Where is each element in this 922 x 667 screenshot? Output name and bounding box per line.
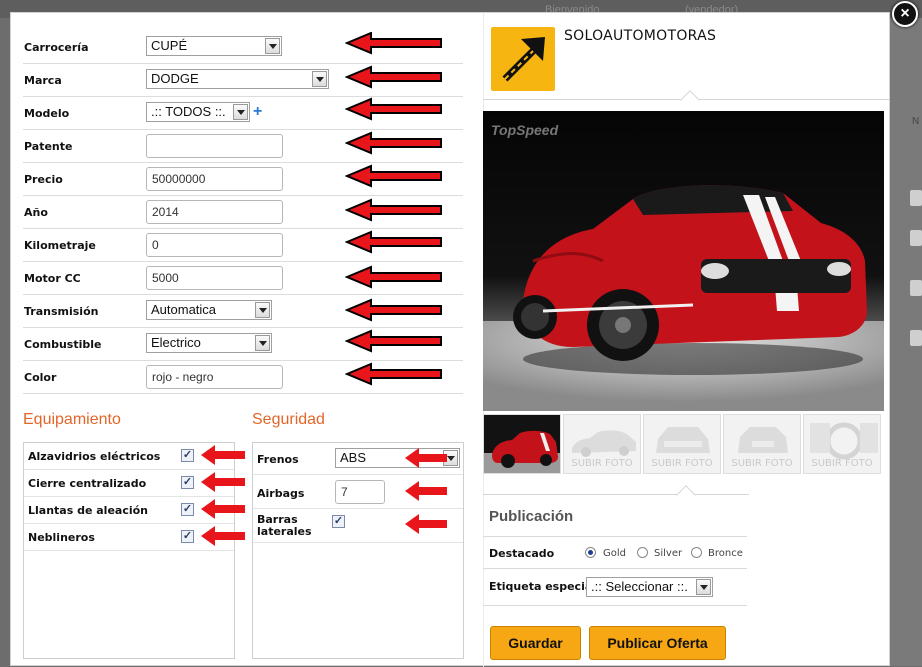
marca-label: Marca (24, 74, 62, 87)
color-input[interactable]: rojo - negro (146, 365, 283, 389)
upload-photo-label: SUBIR FOTO (811, 458, 873, 469)
transmision-label: Transmisión (24, 305, 99, 318)
patente-label: Patente (24, 140, 73, 153)
silver-label: Silver (654, 548, 683, 559)
barras-checkbox[interactable]: ✓ (332, 515, 345, 528)
car-image: TopSpeed (483, 111, 884, 411)
etiqueta-label: Etiqueta especial (489, 580, 597, 593)
patente-input[interactable] (146, 134, 283, 158)
motor-label: Motor CC (24, 272, 81, 285)
chevron-down-icon (312, 71, 327, 87)
upload-photo-label: SUBIR FOTO (571, 458, 633, 469)
combustible-select[interactable]: Electrico (146, 333, 272, 353)
precio-label: Precio (24, 173, 63, 186)
anio-input[interactable]: 2014 (146, 200, 283, 224)
main-car-photo[interactable]: TopSpeed (483, 111, 884, 411)
chevron-down-icon (696, 579, 711, 595)
upload-photo-label: SUBIR FOTO (731, 458, 793, 469)
publicar-oferta-button[interactable]: Publicar Oferta (589, 626, 726, 660)
precio-input[interactable]: 50000000 (146, 167, 283, 191)
seguridad-title: Seguridad (252, 411, 325, 428)
background-widget (910, 330, 922, 346)
publicacion-notch (676, 485, 696, 505)
background-widget (910, 280, 922, 296)
annotation-arrow (201, 445, 245, 546)
marca-select[interactable]: DODGE (146, 69, 329, 89)
cierre-checkbox[interactable]: ✓ (181, 476, 194, 489)
alzavidrios-label: Alzavidrios eléctricos (28, 450, 161, 463)
gold-radio[interactable] (585, 547, 596, 558)
motor-input[interactable]: 5000 (146, 266, 283, 290)
header-notch (680, 90, 700, 110)
dealer-logo (491, 27, 555, 91)
etiqueta-row: Etiqueta especial .:: Seleccionar ::. (483, 570, 747, 606)
add-model-icon[interactable]: + (253, 103, 262, 121)
guardar-button[interactable]: Guardar (490, 626, 581, 660)
transmision-select[interactable]: Automatica (146, 300, 272, 320)
close-modal-button[interactable]: × (892, 1, 918, 27)
combustible-label: Combustible (24, 338, 102, 351)
airbags-input[interactable]: 7 (335, 480, 385, 504)
thumbs-divider (483, 494, 749, 495)
combustible-value: Electrico (151, 335, 201, 350)
silver-radio[interactable] (637, 547, 648, 558)
thumbnail-upload-4[interactable]: SUBIR FOTO (803, 414, 881, 474)
thumbnail-upload-1[interactable]: SUBIR FOTO (563, 414, 641, 474)
arrow-logo-icon (502, 37, 545, 82)
airbags-label: Airbags (257, 487, 305, 500)
carroceria-label: Carrocería (24, 41, 89, 54)
transmision-value: Automatica (151, 302, 217, 317)
bronce-radio[interactable] (691, 547, 702, 558)
background-side: N (890, 18, 922, 666)
bronce-label: Bronce (708, 548, 743, 559)
cierre-label: Cierre centralizado (28, 477, 147, 490)
background-side-text: N (912, 116, 920, 127)
anio-label: Año (24, 206, 48, 219)
car-thumbnail-image (484, 415, 560, 473)
photo-thumbnails: SUBIR FOTO SUBIR FOTO SUBIR FOTO SUBIR F… (483, 414, 884, 476)
chevron-down-icon (255, 335, 270, 351)
thumbnail-upload-2[interactable]: SUBIR FOTO (643, 414, 721, 474)
llantas-checkbox[interactable]: ✓ (181, 503, 194, 516)
kilometraje-input[interactable]: 0 (146, 233, 283, 257)
modelo-value: .:: TODOS ::. (151, 104, 226, 119)
frenos-value: ABS (340, 450, 367, 465)
alzavidrios-checkbox[interactable]: ✓ (181, 449, 194, 462)
listing-editor-modal: Carrocería CUPÉ Marca DODGE Modelo .:: T… (10, 12, 890, 667)
background-widget (910, 230, 922, 246)
modelo-select[interactable]: .:: TODOS ::. (146, 102, 250, 122)
annotation-arrows-form (345, 32, 442, 386)
destacado-row: Destacado Gold Silver Bronce (483, 537, 747, 569)
etiqueta-value: .:: Seleccionar ::. (591, 579, 688, 594)
carroceria-value: CUPÉ (151, 38, 188, 53)
destacado-label: Destacado (489, 547, 555, 560)
modelo-label: Modelo (24, 107, 70, 120)
kilometraje-label: Kilometraje (24, 239, 96, 252)
llantas-label: Llantas de aleación (28, 504, 149, 517)
chevron-down-icon (265, 38, 280, 54)
dealer-name: SOLOAUTOMOTORAS (564, 28, 717, 44)
annotation-arrow (345, 32, 442, 386)
neblineros-label: Neblineros (28, 531, 95, 544)
annotation-arrows-equipamiento (201, 445, 245, 546)
publicacion-title: Publicación (489, 508, 574, 525)
thumbnail-photo-1[interactable] (483, 414, 561, 474)
thumbnail-upload-3[interactable]: SUBIR FOTO (723, 414, 801, 474)
etiqueta-select[interactable]: .:: Seleccionar ::. (586, 577, 713, 597)
frenos-label: Frenos (257, 453, 299, 466)
chevron-down-icon (255, 302, 270, 318)
annotation-arrows-seguridad (405, 448, 447, 534)
watermark: TopSpeed (491, 122, 559, 138)
equipamiento-title: Equipamiento (23, 411, 121, 428)
carroceria-select[interactable]: CUPÉ (146, 36, 282, 56)
color-label: Color (24, 371, 57, 384)
marca-value: DODGE (151, 71, 199, 86)
upload-photo-label: SUBIR FOTO (651, 458, 713, 469)
gold-label: Gold (603, 548, 626, 559)
background-widget (910, 190, 922, 206)
barras-label-line2: laterales (257, 525, 312, 538)
chevron-down-icon (233, 104, 248, 120)
annotation-arrow (405, 448, 447, 534)
neblineros-checkbox[interactable]: ✓ (181, 530, 194, 543)
